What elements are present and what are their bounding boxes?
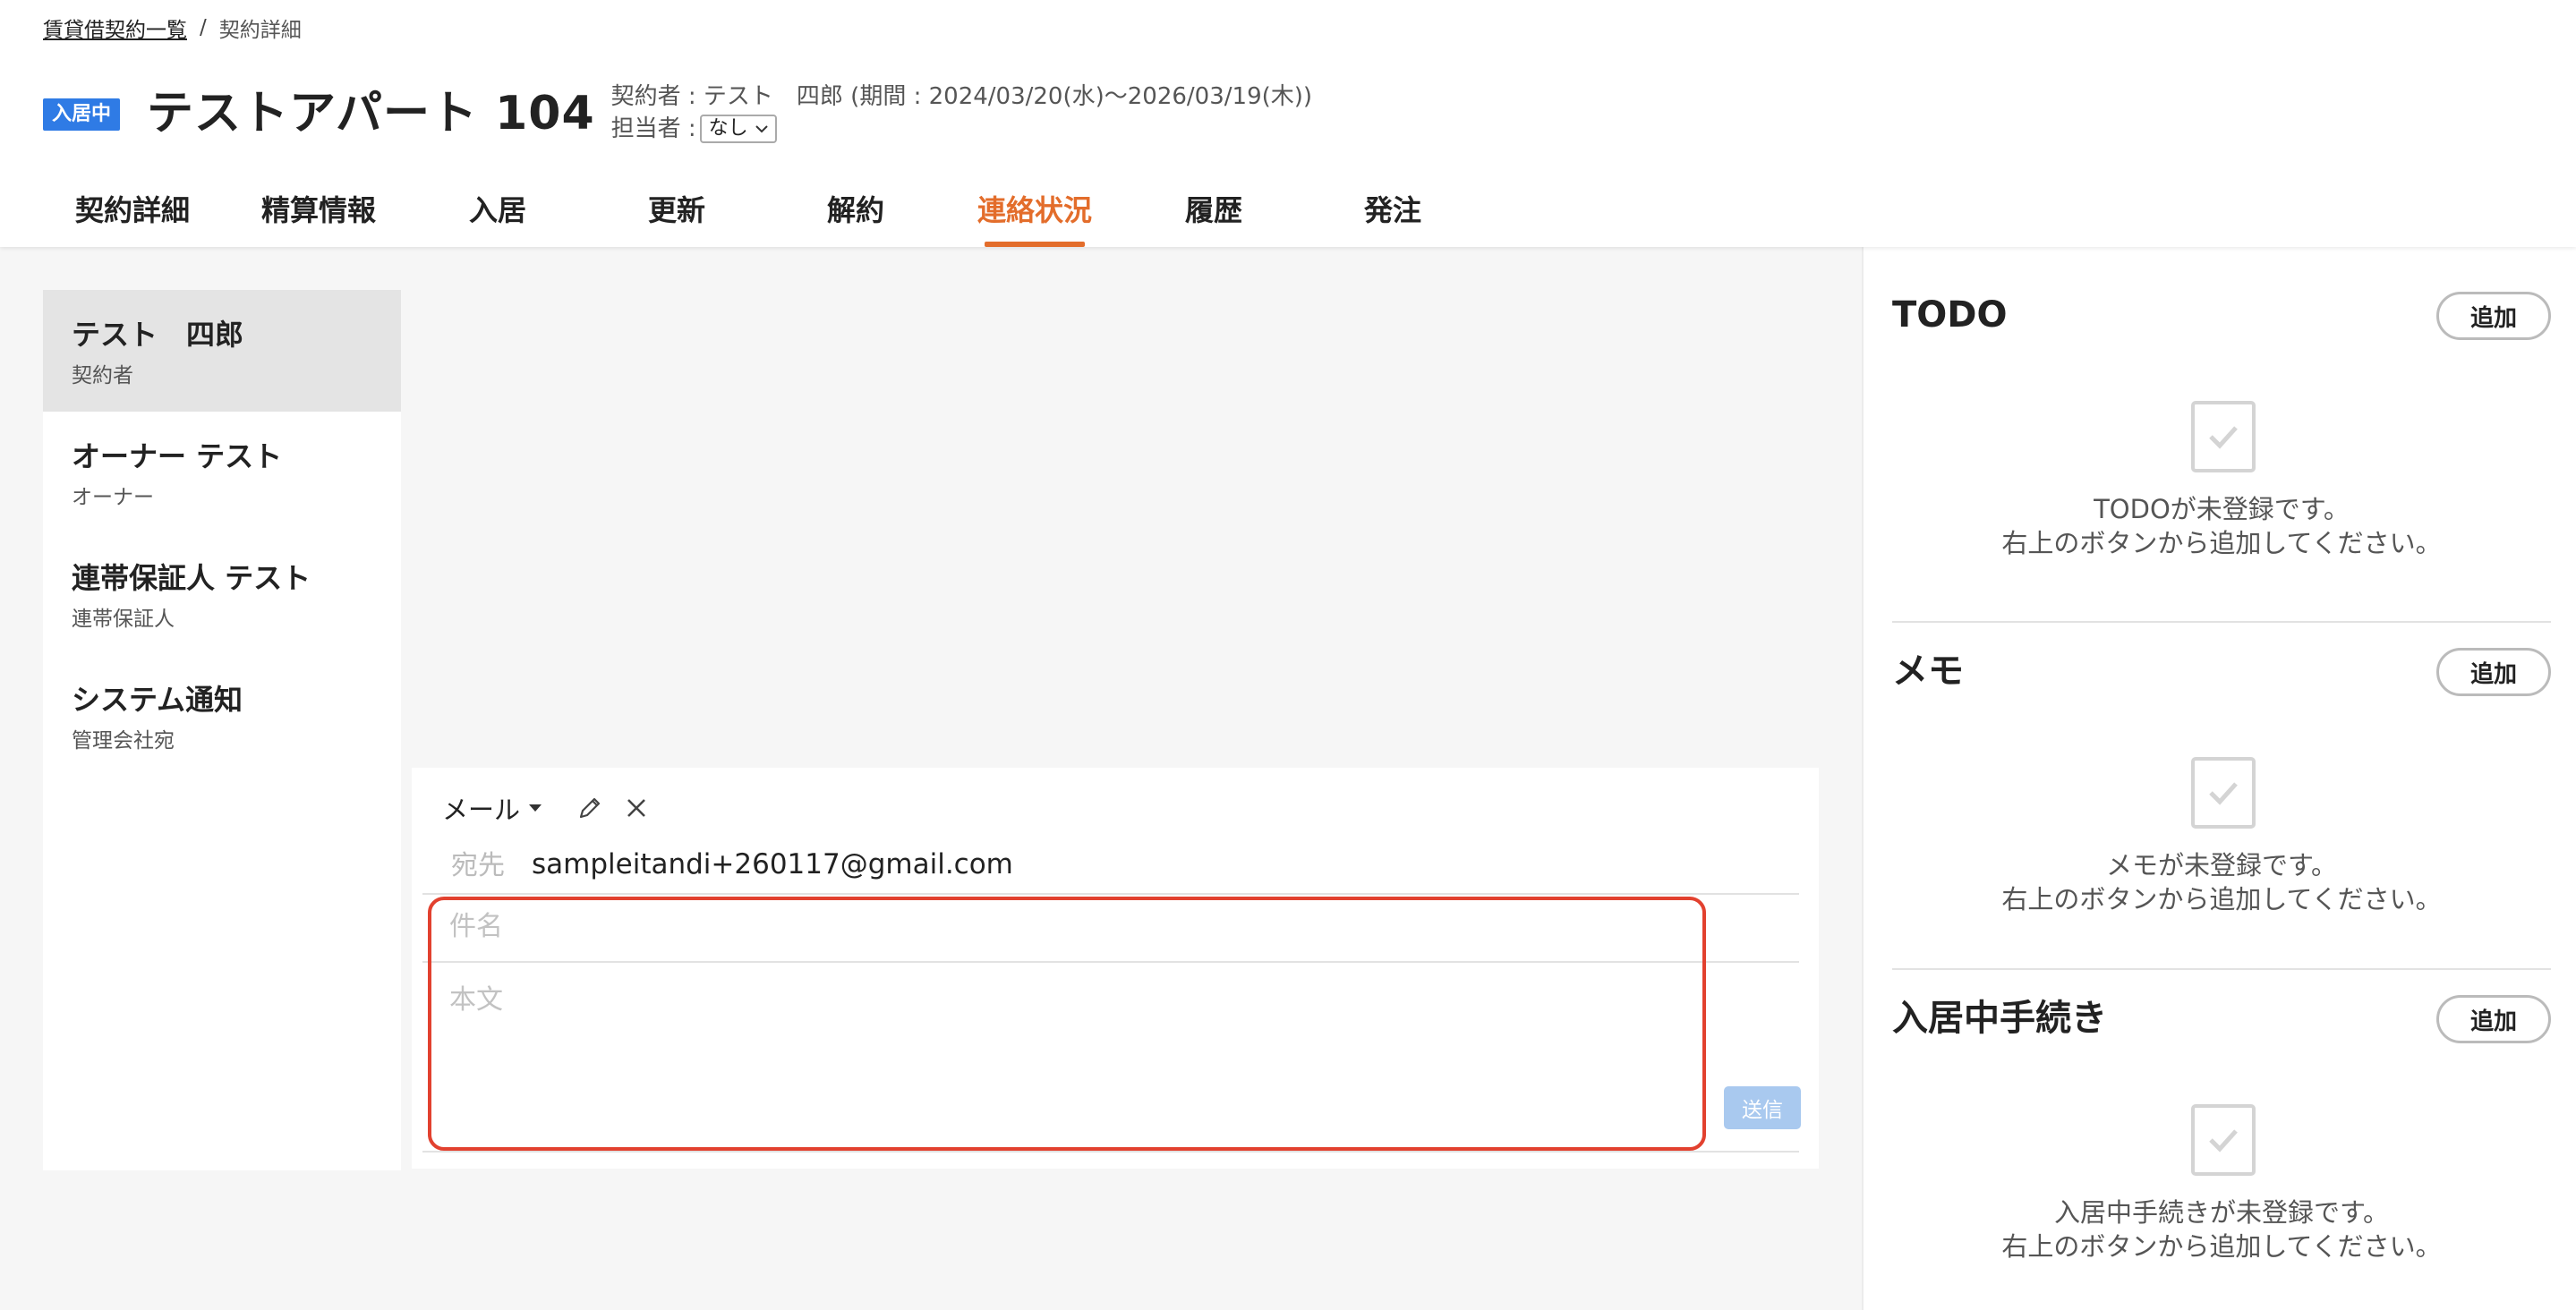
todo-empty-message: TODOが未登録です。 右上のボタンから追加してください。 xyxy=(1892,492,2551,560)
contact-list: テスト 四郎 契約者 オーナー テスト オーナー 連帯保証人 テスト 連帯保証人… xyxy=(43,290,401,1170)
procedures-empty-line1: 入居中手続きが未登録です。 xyxy=(2053,1197,2390,1228)
body-input[interactable] xyxy=(449,977,1613,1120)
todo-panel: TODO 追加 TODOが未登録です。 右上のボタンから追加してください。 xyxy=(1892,290,2551,594)
tab-history[interactable]: 履歴 xyxy=(1124,179,1303,247)
contact-item-owner[interactable]: オーナー テスト オーナー xyxy=(43,412,401,533)
breadcrumb-separator: / xyxy=(200,16,207,39)
memo-add-button[interactable]: 追加 xyxy=(2436,648,2551,696)
tab-settlement[interactable]: 精算情報 xyxy=(229,179,408,247)
body-row: 送信 xyxy=(422,963,1801,1153)
contact-item-system[interactable]: システム通知 管理会社宛 xyxy=(43,655,401,777)
contract-info: 契約者 : テスト 四郎 (期間 : 2024/03/20(水)〜2026/03… xyxy=(610,83,1313,110)
contact-name: 連帯保証人 テスト xyxy=(72,561,311,595)
divider xyxy=(1892,621,2551,623)
page-title: テストアパート 104 xyxy=(147,87,595,140)
chevron-down-icon xyxy=(755,113,768,145)
contact-role: 管理会社宛 xyxy=(72,729,175,753)
memo-empty-line2: 右上のボタンから追加してください。 xyxy=(2001,884,2442,914)
caret-down-icon xyxy=(529,801,542,815)
contact-name: システム通知 xyxy=(72,683,243,717)
contract-meta: 契約者 : テスト 四郎 (期間 : 2024/03/20(水)〜2026/03… xyxy=(611,81,1312,145)
to-row: 宛先 sampleitandi+260117@gmail.com xyxy=(422,821,1799,895)
assignee-value: なし xyxy=(708,117,748,140)
title-row: 入居中 テストアパート 104 契約者 : テスト 四郎 (期間 : 2024/… xyxy=(43,81,1312,147)
procedures-add-button[interactable]: 追加 xyxy=(2436,995,2551,1043)
contact-name: オーナー テスト xyxy=(72,439,283,473)
assignee-select[interactable]: なし xyxy=(699,113,777,145)
checkbox-icon xyxy=(2191,1104,2256,1176)
tab-contract-details[interactable]: 契約詳細 xyxy=(36,179,229,247)
procedures-empty-message: 入居中手続きが未登録です。 右上のボタンから追加してください。 xyxy=(1892,1195,2551,1263)
contact-name: テスト 四郎 xyxy=(72,318,244,352)
tab-renewal[interactable]: 更新 xyxy=(587,179,766,247)
assignee-label: 担当者 : xyxy=(610,115,696,142)
memo-empty-line1: メモが未登録です。 xyxy=(2105,850,2338,880)
message-composer: メール 宛先 sampleitandi+260117@gmail.com 送信 xyxy=(412,768,1819,1169)
checkbox-icon xyxy=(2191,757,2256,829)
todo-empty-line2: 右上のボタンから追加してください。 xyxy=(2001,528,2442,558)
procedures-empty-line2: 右上のボタンから追加してください。 xyxy=(2001,1231,2442,1262)
subject-input[interactable] xyxy=(449,911,1702,942)
checkbox-icon xyxy=(2191,401,2256,472)
subject-row xyxy=(422,895,1799,963)
send-button[interactable]: 送信 xyxy=(1724,1086,1801,1129)
contact-role: オーナー xyxy=(72,486,154,509)
breadcrumb-current: 契約詳細 xyxy=(218,19,302,42)
divider xyxy=(1892,968,2551,970)
contact-role: 連帯保証人 xyxy=(72,608,175,631)
tab-move-in[interactable]: 入居 xyxy=(408,179,587,247)
todo-add-button[interactable]: 追加 xyxy=(2436,292,2551,340)
todo-title: TODO xyxy=(1892,294,2008,336)
procedures-title: 入居中手続き xyxy=(1892,998,2107,1039)
page-header: 賃貸借契約一覧 / 契約詳細 入居中 テストアパート 104 契約者 : テスト… xyxy=(0,0,2576,247)
contact-item-tenant[interactable]: テスト 四郎 契約者 xyxy=(43,290,401,412)
memo-empty-message: メモが未登録です。 右上のボタンから追加してください。 xyxy=(1892,848,2551,916)
tab-orders[interactable]: 発注 xyxy=(1303,179,1482,247)
tab-cancellation[interactable]: 解約 xyxy=(766,179,945,247)
to-address: sampleitandi+260117@gmail.com xyxy=(532,848,1013,880)
procedures-panel: 入居中手続き 追加 入居中手続きが未登録です。 右上のボタンから追加してください… xyxy=(1892,993,2551,1297)
todo-empty-line1: TODOが未登録です。 xyxy=(2094,494,2350,524)
pencil-icon[interactable] xyxy=(574,792,606,824)
assignee-row: 担当者 : なし xyxy=(611,113,1312,145)
to-label: 宛先 xyxy=(451,850,505,881)
main-content: テスト 四郎 契約者 オーナー テスト オーナー 連帯保証人 テスト 連帯保証人… xyxy=(0,247,1862,1310)
breadcrumb: 賃貸借契約一覧 / 契約詳細 xyxy=(43,13,302,43)
memo-panel: メモ 追加 メモが未登録です。 右上のボタンから追加してください。 xyxy=(1892,646,2551,950)
right-sidebar: TODO 追加 TODOが未登録です。 右上のボタンから追加してください。 メモ… xyxy=(1862,247,2576,1310)
tab-contact-status[interactable]: 連絡状況 xyxy=(945,179,1124,247)
breadcrumb-link-contract-list[interactable]: 賃貸借契約一覧 xyxy=(43,13,187,43)
contact-role: 契約者 xyxy=(72,364,133,387)
status-badge: 入居中 xyxy=(43,98,121,131)
memo-title: メモ xyxy=(1892,651,1964,692)
contact-item-guarantor[interactable]: 連帯保証人 テスト 連帯保証人 xyxy=(43,533,401,655)
tab-bar: 契約詳細 精算情報 入居 更新 解約 連絡状況 履歴 発注 xyxy=(36,179,1482,247)
close-icon[interactable] xyxy=(620,792,653,824)
